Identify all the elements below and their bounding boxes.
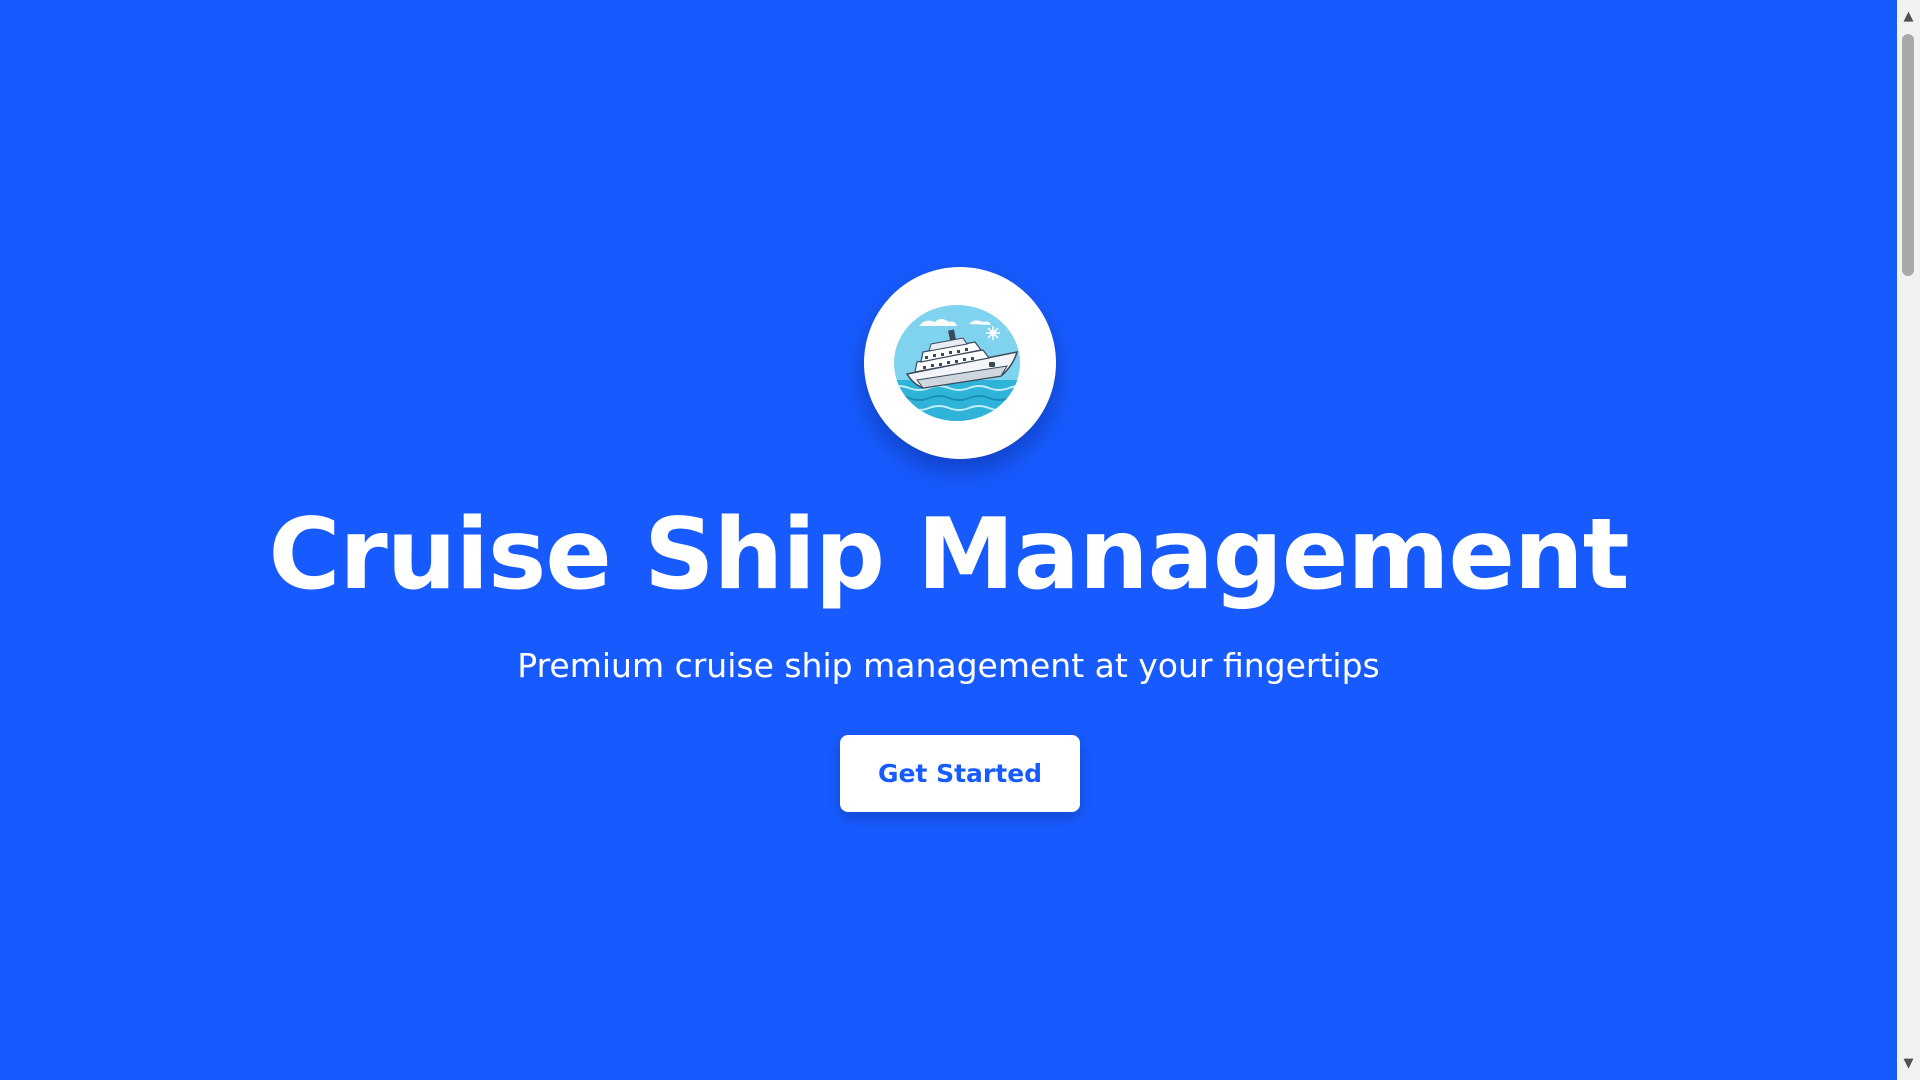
scroll-up-icon[interactable]: ▲ bbox=[1897, 8, 1920, 25]
get-started-button[interactable]: Get Started bbox=[840, 735, 1080, 812]
page-title: Cruise Ship Management bbox=[268, 498, 1629, 612]
logo bbox=[864, 267, 1056, 459]
hero-section: Cruise Ship Management Premium cruise sh… bbox=[0, 0, 1897, 1080]
scrollbar-thumb[interactable] bbox=[1902, 34, 1914, 276]
page-subtitle: Premium cruise ship management at your f… bbox=[517, 646, 1380, 685]
page: Cruise Ship Management Premium cruise sh… bbox=[0, 0, 1897, 1080]
scroll-down-icon[interactable]: ▼ bbox=[1897, 1055, 1920, 1072]
cruise-ship-icon bbox=[894, 305, 1020, 421]
vertical-scrollbar[interactable]: ▲ ▼ bbox=[1897, 0, 1920, 1080]
